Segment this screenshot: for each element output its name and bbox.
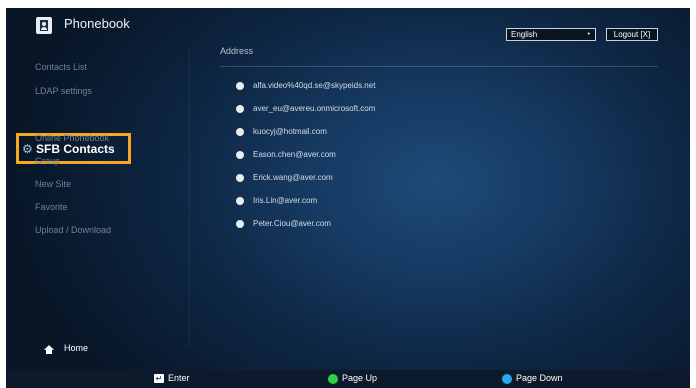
enter-icon: ↵ bbox=[154, 374, 164, 383]
blue-dot-icon bbox=[502, 374, 512, 384]
sidebar: Contacts List LDAP settings ⚙ SFB Contac… bbox=[6, 40, 190, 370]
contact-address: aver_eu@avereu.onmicrosoft.com bbox=[253, 104, 376, 113]
header-divider bbox=[220, 66, 658, 67]
page-up-label: Page Up bbox=[342, 373, 378, 383]
top-bar: Phonebook English • Logout [X] bbox=[6, 8, 690, 41]
radio-icon bbox=[236, 105, 244, 113]
contact-address: Eason.chen@aver.com bbox=[253, 150, 336, 159]
radio-icon bbox=[236, 82, 244, 90]
contact-address: kuocyj@hotmail.com bbox=[253, 127, 327, 136]
bottom-bar: ↵ Enter Page Up Page Down bbox=[6, 370, 690, 388]
contact-address: Peter.Ciou@aver.com bbox=[253, 219, 331, 228]
language-select[interactable]: English • bbox=[506, 28, 596, 41]
gear-icon: ⚙ bbox=[22, 142, 33, 156]
contact-address: Erick.wang@aver.com bbox=[253, 173, 333, 182]
sidebar-item-label: SFB Contacts bbox=[36, 142, 115, 156]
radio-icon bbox=[236, 220, 244, 228]
sidebar-item-online-phonebook[interactable]: Online Phonebook bbox=[35, 133, 109, 143]
radio-icon bbox=[236, 151, 244, 159]
sidebar-item-favorite[interactable]: Favorite bbox=[35, 202, 68, 212]
app-title: Phonebook bbox=[64, 16, 130, 31]
logout-button[interactable]: Logout [X] bbox=[606, 28, 658, 41]
sidebar-item-group[interactable]: Group bbox=[35, 156, 60, 166]
address-column-header: Address bbox=[220, 46, 254, 56]
page-down-label: Page Down bbox=[516, 373, 563, 383]
sidebar-item-new-site[interactable]: New Site bbox=[35, 179, 71, 189]
phonebook-screen: Phonebook English • Logout [X] Contacts … bbox=[6, 8, 690, 388]
sidebar-divider bbox=[189, 48, 190, 348]
sidebar-item-upload-download[interactable]: Upload / Download bbox=[35, 225, 111, 235]
enter-label: Enter bbox=[168, 373, 190, 383]
green-dot-icon bbox=[328, 374, 338, 384]
home-icon bbox=[44, 345, 54, 355]
radio-icon bbox=[236, 128, 244, 136]
radio-icon bbox=[236, 174, 244, 182]
contact-address: alfa.video%40qd.se@skypeids.net bbox=[253, 81, 376, 90]
language-value: English bbox=[511, 30, 538, 39]
home-label: Home bbox=[64, 343, 89, 353]
contact-address: Iris.Lin@aver.com bbox=[253, 196, 318, 205]
phonebook-icon bbox=[36, 17, 52, 34]
sidebar-item-ldap-settings[interactable]: LDAP settings bbox=[35, 86, 92, 96]
chevron-down-icon: • bbox=[587, 31, 590, 38]
sidebar-item-contacts-list[interactable]: Contacts List bbox=[35, 62, 87, 72]
radio-icon bbox=[236, 197, 244, 205]
